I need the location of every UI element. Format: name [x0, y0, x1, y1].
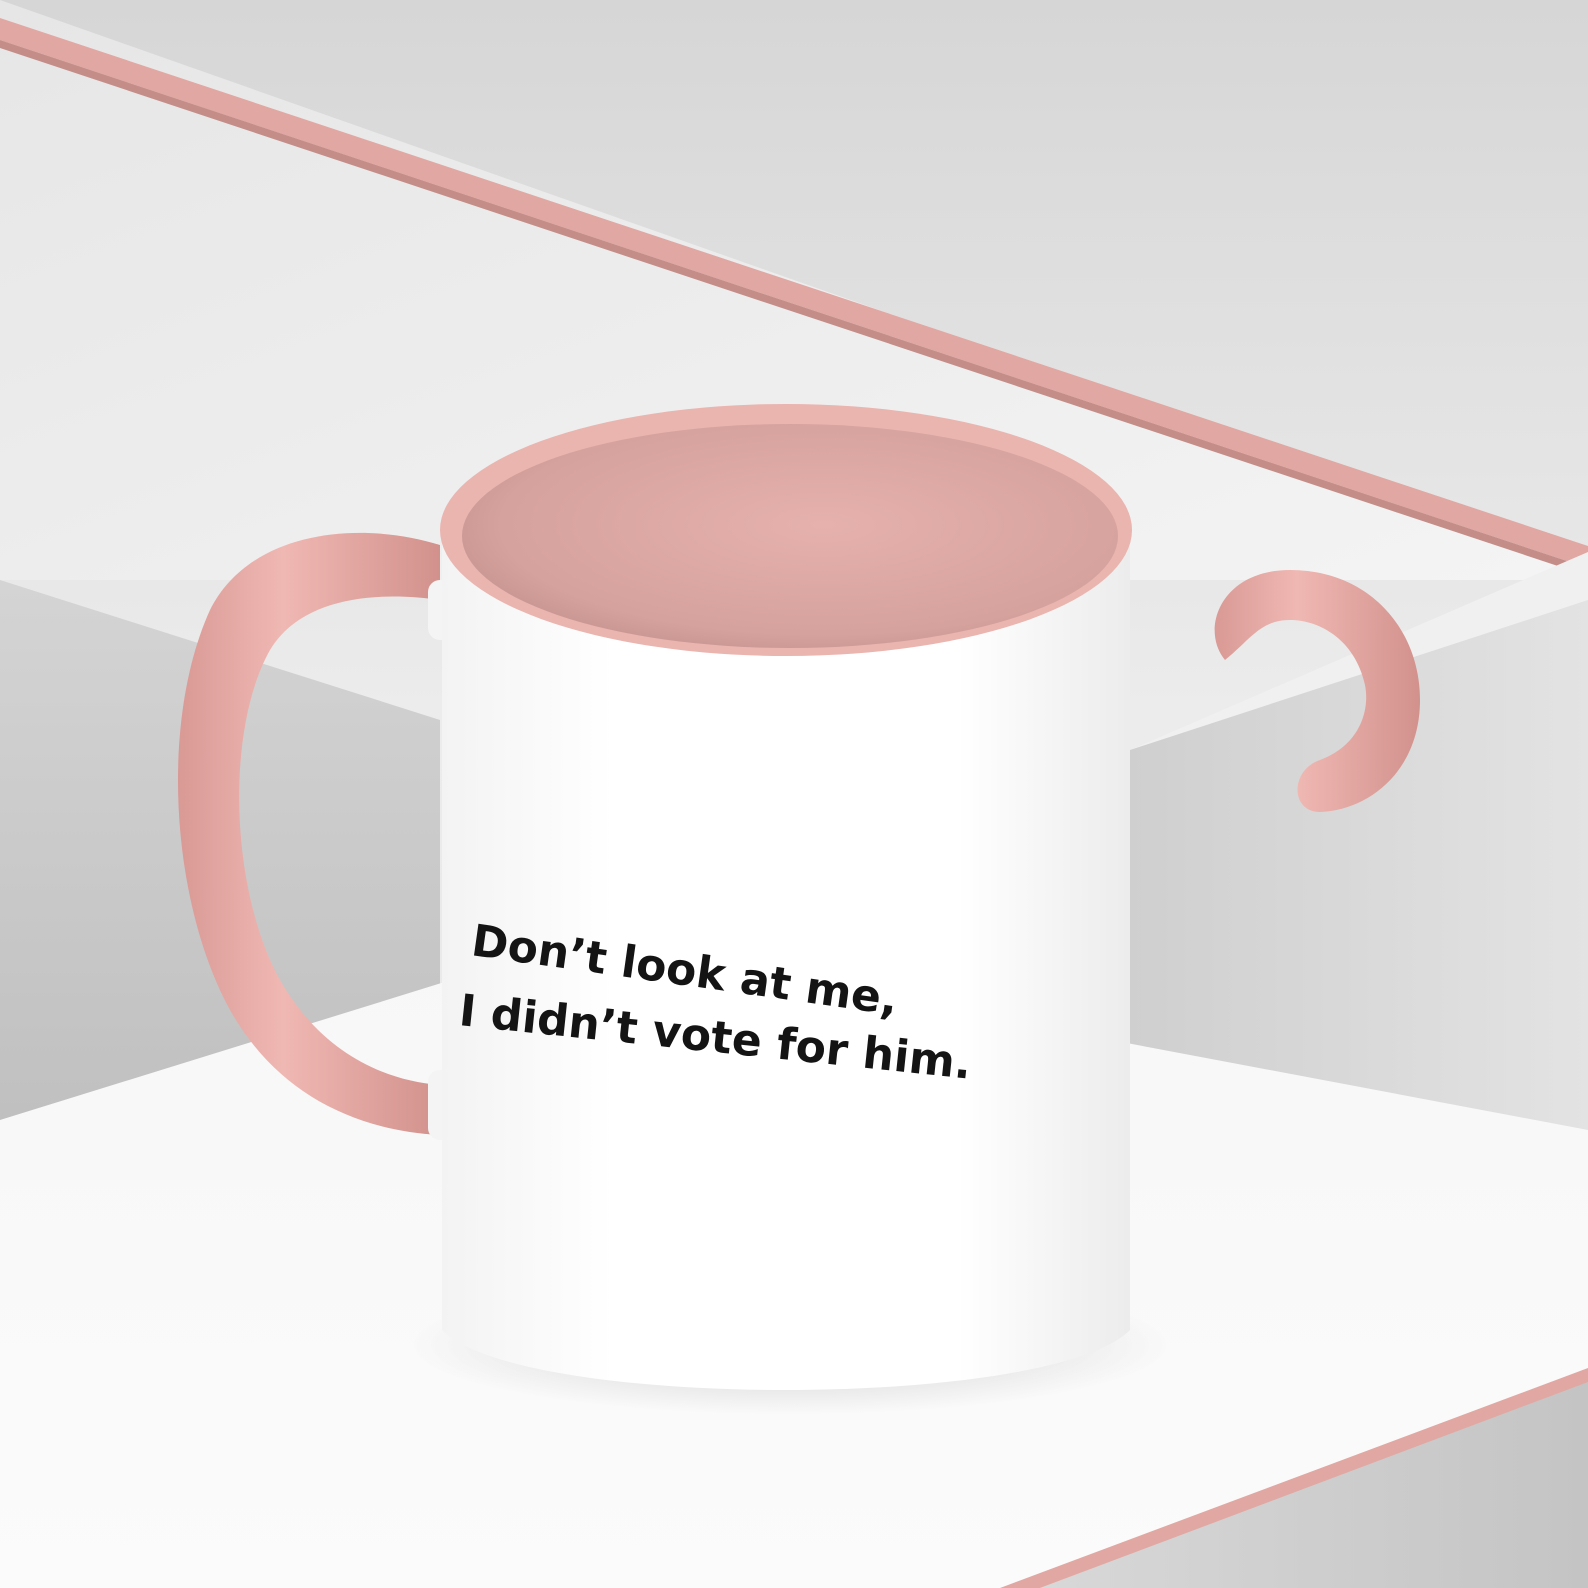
product-scene: Don’t look at me, I didn’t vote for him.	[0, 0, 1588, 1588]
mug-interior	[462, 424, 1118, 648]
